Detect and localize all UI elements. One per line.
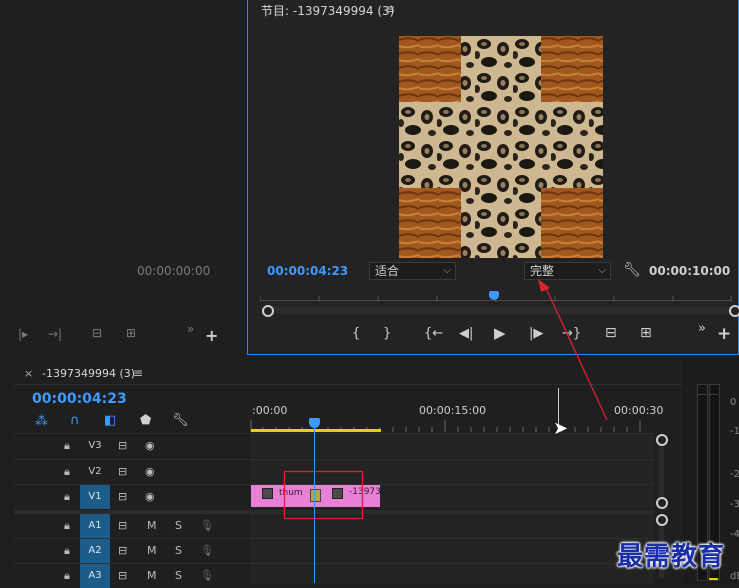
annotation-arrowhead [538,279,550,292]
watermark-logo: 最需教育 [617,542,726,572]
annotation-arrow-line [544,285,608,421]
annotation-box [283,470,364,520]
mouse-cursor-icon: ➤ [553,418,569,439]
annotation-overlay [283,279,608,520]
